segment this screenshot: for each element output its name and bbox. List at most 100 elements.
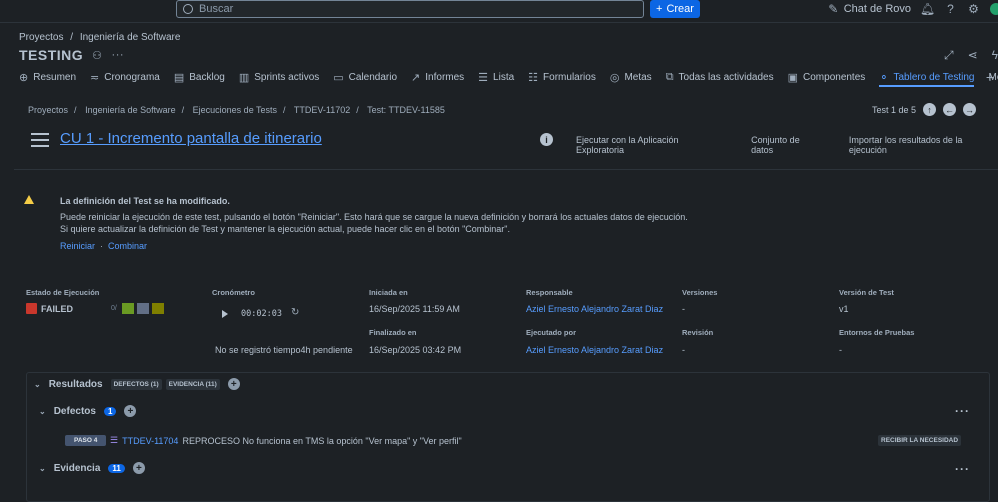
rovo-chat-button[interactable]: ✎ Chat de Rovo bbox=[827, 1, 911, 16]
defect-key[interactable]: TTDEV-11704 bbox=[122, 436, 178, 446]
step-status-executing bbox=[152, 303, 164, 314]
target-icon: ◎ bbox=[609, 71, 620, 84]
breadcrumb-item[interactable]: TTDEV-11702 bbox=[294, 105, 350, 115]
link-separator: · bbox=[100, 241, 104, 251]
add-icon[interactable]: + bbox=[227, 378, 240, 390]
share-icon[interactable]: ⋖ bbox=[968, 48, 978, 63]
tab-active-sprints[interactable]: ▥ Sprints activos bbox=[239, 68, 319, 86]
timer-value: 00:02:03 bbox=[241, 309, 282, 319]
tab-all-activities[interactable]: ⧉ Todas las actividades bbox=[666, 68, 774, 86]
tab-label: Calendario bbox=[348, 71, 398, 83]
environments-label: Entornos de Pruebas bbox=[839, 328, 915, 337]
breadcrumb-item[interactable]: Ejecuciones de Tests bbox=[193, 105, 277, 115]
arrow-up-icon[interactable]: ↑ bbox=[923, 103, 937, 116]
assignee-value[interactable]: Aziel Ernesto Alejandro Zarat Diaz bbox=[526, 304, 663, 314]
merge-link[interactable]: Combinar bbox=[108, 241, 147, 251]
executed-by-value[interactable]: Aziel Ernesto Alejandro Zarat Diaz bbox=[526, 345, 663, 355]
form-icon: ☷ bbox=[528, 71, 539, 84]
status-color-box bbox=[26, 303, 37, 314]
test-version-value: v1 bbox=[839, 304, 849, 314]
run-exploratory-button[interactable]: Ejecutar con la Aplicación Exploratoria bbox=[576, 135, 724, 155]
settings-icon[interactable]: ⚙ bbox=[967, 2, 980, 16]
tab-timeline[interactable]: ≂ Cronograma bbox=[90, 68, 160, 86]
reset-timer-icon[interactable]: ↻ bbox=[291, 307, 299, 318]
evidence-title: Evidencia bbox=[53, 462, 101, 474]
search-input[interactable]: Buscar bbox=[176, 0, 644, 18]
assignee-label: Responsable bbox=[526, 288, 573, 297]
breadcrumb-projects[interactable]: Proyectos bbox=[19, 32, 63, 43]
arrow-left-icon[interactable]: ← bbox=[943, 103, 957, 116]
breadcrumb-space[interactable]: Ingeniería de Software bbox=[80, 32, 181, 43]
tab-testing-board[interactable]: ⚬ Tablero de Testing bbox=[879, 68, 975, 87]
finished-label: Finalizado en bbox=[369, 328, 417, 337]
create-button[interactable]: + Crear bbox=[650, 0, 700, 18]
defect-row[interactable]: ☰ TTDEV-11704 REPROCESO No funciona en T… bbox=[110, 435, 462, 446]
add-evidence-icon[interactable]: + bbox=[132, 462, 145, 474]
tab-reports[interactable]: ↗ Informes bbox=[411, 68, 464, 86]
results-title: Resultados bbox=[48, 378, 103, 390]
project-breadcrumb: Proyectos / Ingeniería de Software bbox=[19, 32, 181, 43]
tab-forms[interactable]: ☷ Formularios bbox=[528, 68, 596, 86]
play-icon[interactable] bbox=[222, 310, 228, 318]
started-label: Iniciada en bbox=[369, 288, 408, 297]
breadcrumb-item[interactable]: Test: TTDEV-11585 bbox=[367, 105, 445, 115]
chevron-down-icon: ⌄ bbox=[34, 379, 41, 389]
defects-more-icon[interactable]: ··· bbox=[955, 404, 970, 418]
tab-label: Resumen bbox=[33, 71, 77, 83]
test-actions: Ejecutar con la Aplicación Exploratoria … bbox=[576, 135, 998, 155]
warning-links: Reiniciar · Combinar bbox=[60, 241, 147, 251]
evidence-more-icon[interactable]: ··· bbox=[955, 462, 970, 476]
add-defect-icon[interactable]: + bbox=[124, 405, 137, 417]
tab-list[interactable]: ☰ Lista bbox=[478, 68, 514, 86]
avatar[interactable] bbox=[990, 2, 998, 15]
tab-summary[interactable]: ⊕ Resumen bbox=[19, 68, 76, 86]
help-icon[interactable]: ? bbox=[944, 2, 957, 16]
tab-components[interactable]: ▣ Componentes bbox=[788, 68, 866, 86]
revision-label: Revisión bbox=[682, 328, 714, 337]
test-title[interactable]: CU 1 - Incremento pantalla de itinerario bbox=[60, 130, 322, 147]
dataset-button[interactable]: Conjunto de datos bbox=[751, 135, 822, 155]
team-icon[interactable]: ⚇ bbox=[92, 49, 102, 62]
subtask-icon: ☰ bbox=[110, 435, 119, 445]
breadcrumb-item[interactable]: Ingeniería de Software bbox=[85, 105, 176, 115]
notifications-icon[interactable]: 🔔︎ bbox=[920, 2, 935, 16]
versions-value: - bbox=[682, 304, 685, 314]
menu-icon[interactable] bbox=[31, 133, 49, 147]
info-icon[interactable]: i bbox=[540, 133, 553, 146]
step-status-todo bbox=[137, 303, 149, 314]
evidence-header[interactable]: ⌄ Evidencia 11 + bbox=[39, 462, 145, 474]
top-navigation-bar: Buscar + Crear ✎ Chat de Rovo 🔔︎ ? ⚙ bbox=[0, 0, 998, 23]
project-name: TESTING bbox=[19, 47, 84, 63]
globe-icon: ⊕ bbox=[19, 71, 29, 84]
tab-label: Tablero de Testing bbox=[893, 71, 975, 83]
test-version-label: Versión de Test bbox=[839, 288, 894, 297]
more-icon[interactable]: ··· bbox=[112, 49, 125, 61]
tab-label: Todas las actividades bbox=[678, 71, 774, 83]
tab-label: Lista bbox=[493, 71, 515, 83]
pager-label: Test 1 de 5 bbox=[872, 104, 917, 115]
activity-icon: ⧉ bbox=[665, 70, 674, 83]
tab-label: Formularios bbox=[543, 71, 596, 83]
reset-link[interactable]: Reiniciar bbox=[60, 241, 95, 251]
expand-icon[interactable]: ⤢ bbox=[944, 48, 954, 63]
backlog-icon: ▤ bbox=[173, 71, 185, 84]
tab-goals[interactable]: ◎ Metas bbox=[610, 68, 652, 86]
chat-icon: ✎ bbox=[828, 1, 839, 16]
executed-by-label: Ejecutado por bbox=[526, 328, 577, 337]
results-header[interactable]: ⌄ Resultados DEFECTOS (1) EVIDENCIA (11)… bbox=[34, 378, 240, 390]
component-icon: ▣ bbox=[787, 71, 799, 84]
arrow-right-icon[interactable]: → bbox=[963, 103, 977, 116]
tab-backlog[interactable]: ▤ Backlog bbox=[174, 68, 225, 86]
import-results-button[interactable]: Importar los resultados de la ejecución bbox=[849, 135, 998, 155]
timeline-icon: ≂ bbox=[90, 71, 100, 84]
breadcrumb-item[interactable]: Proyectos bbox=[28, 105, 68, 115]
status-value[interactable]: FAILED bbox=[41, 304, 73, 314]
tab-calendar[interactable]: ▭ Calendario bbox=[333, 68, 397, 86]
divider bbox=[14, 169, 998, 170]
lightning-icon[interactable]: ϟ bbox=[992, 48, 998, 63]
tab-label: Backlog bbox=[189, 71, 225, 83]
add-tab-icon[interactable]: + bbox=[986, 69, 994, 85]
status-label: Estado de Ejecución bbox=[26, 288, 100, 297]
test-pager: Test 1 de 5 ↑ ← → bbox=[872, 103, 977, 116]
defects-header[interactable]: ⌄ Defectos 1 + bbox=[39, 405, 137, 417]
